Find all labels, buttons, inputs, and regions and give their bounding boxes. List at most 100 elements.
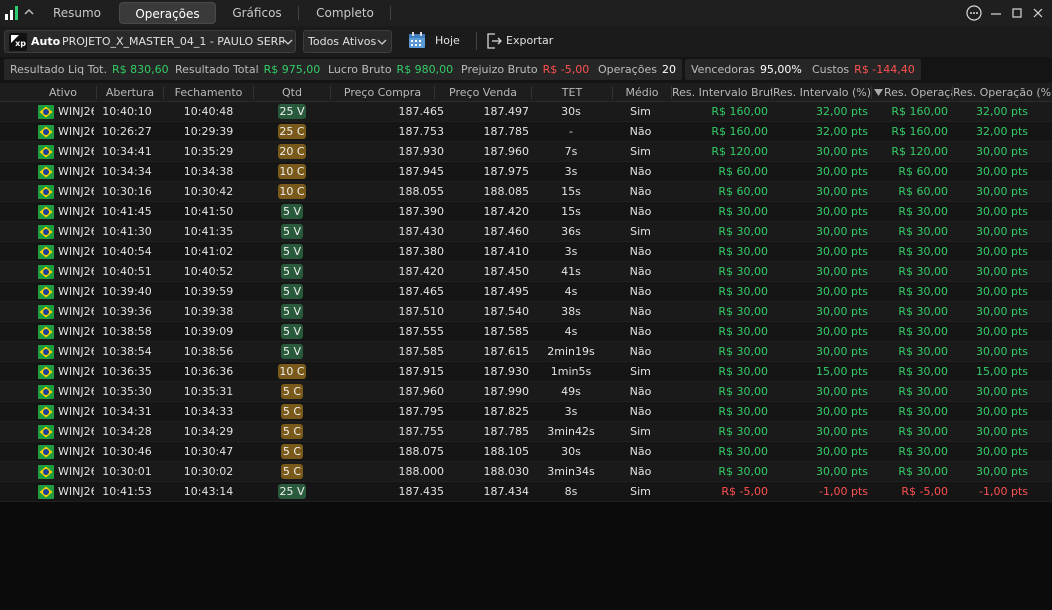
cell-res-operacao: R$ -5,00 bbox=[901, 485, 948, 498]
table-row[interactable]: WINJ26 10:41:53 10:43:14 187.435 187.434 8s Si… bbox=[0, 482, 1052, 502]
cell-preco-venda: 187.825 bbox=[483, 405, 530, 418]
cell-res-intervalo-pct: -1,00 pts bbox=[819, 485, 868, 498]
col-abertura[interactable]: Abertura bbox=[97, 83, 163, 102]
cell-tet: 8s bbox=[564, 485, 578, 498]
cell-res-intervalo-bruto: R$ 30,00 bbox=[718, 245, 768, 258]
cell-preco-compra: 187.930 bbox=[398, 145, 445, 158]
brazil-flag-icon bbox=[38, 185, 54, 199]
maximize-icon[interactable] bbox=[1007, 3, 1027, 23]
table-row[interactable]: WINJ26 10:34:28 10:34:29 187.755 187.785 3min… bbox=[0, 422, 1052, 442]
col-qtd[interactable]: Qtd bbox=[254, 83, 330, 102]
table-row[interactable]: WINJ26 10:30:46 10:30:47 188.075 188.105 30s N… bbox=[0, 442, 1052, 462]
cell-abertura: 10:38:54 bbox=[102, 345, 152, 358]
table-row[interactable]: WINJ26 10:40:54 10:41:02 187.380 187.410 3s Nã… bbox=[0, 242, 1052, 262]
col-medio[interactable]: Médio bbox=[613, 83, 671, 102]
col-res-intervalo-pct[interactable]: Res. Intervalo (%) bbox=[773, 83, 871, 102]
cell-res-intervalo-bruto: R$ 60,00 bbox=[718, 165, 768, 178]
table-row[interactable]: WINJ26 10:41:30 10:41:35 187.430 187.460 36s S… bbox=[0, 222, 1052, 242]
tab-completo[interactable]: Completo bbox=[308, 2, 382, 24]
cell-abertura: 10:34:31 bbox=[102, 405, 152, 418]
table-row[interactable]: WINJ26 10:39:36 10:39:38 187.510 187.540 38s N… bbox=[0, 302, 1052, 322]
cell-preco-compra: 187.960 bbox=[398, 385, 445, 398]
cell-res-operacao-pct: 30,00 pts bbox=[975, 445, 1028, 458]
cell-preco-compra: 187.753 bbox=[398, 125, 445, 138]
tab-graficos[interactable]: Gráficos bbox=[224, 2, 290, 24]
tab-resumo[interactable]: Resumo bbox=[44, 2, 110, 24]
cell-res-operacao: R$ 60,00 bbox=[898, 185, 948, 198]
assets-filter-value: Todos Ativos bbox=[308, 35, 377, 48]
cell-tet: 30s bbox=[561, 445, 581, 458]
cell-abertura: 10:30:01 bbox=[102, 465, 152, 478]
cell-tet: 3s bbox=[564, 245, 578, 258]
close-icon[interactable] bbox=[1028, 3, 1048, 23]
table-header: Ativo Abertura Fechamento Qtd Preço Comp… bbox=[0, 83, 1052, 102]
table-row[interactable]: WINJ26 10:40:10 10:40:48 187.465 187.497 30s S… bbox=[0, 102, 1052, 122]
calendar-icon[interactable] bbox=[408, 31, 426, 49]
cell-preco-compra: 187.390 bbox=[398, 205, 445, 218]
cell-res-operacao: R$ 160,00 bbox=[891, 105, 948, 118]
table-row[interactable]: WINJ26 10:30:01 10:30:02 188.000 188.030 3min… bbox=[0, 462, 1052, 482]
table-row[interactable]: WINJ26 10:38:54 10:38:56 187.585 187.615 2min… bbox=[0, 342, 1052, 362]
cell-res-operacao-pct: 30,00 pts bbox=[975, 225, 1028, 238]
cell-medio: Não bbox=[629, 165, 652, 178]
cell-res-operacao-pct: 30,00 pts bbox=[975, 325, 1028, 338]
mode-label: Auto bbox=[31, 35, 61, 48]
cell-preco-venda: 187.420 bbox=[483, 205, 530, 218]
chevron-up-icon[interactable] bbox=[22, 4, 36, 20]
col-ativo[interactable]: Ativo bbox=[30, 83, 96, 102]
stat-resultado-total: Resultado Total R$ 975,00 bbox=[169, 59, 327, 80]
cell-res-intervalo-pct: 30,00 pts bbox=[815, 265, 868, 278]
tab-operacoes[interactable]: Operações bbox=[119, 2, 216, 24]
table-row[interactable]: WINJ26 10:40:51 10:40:52 187.420 187.450 41s N… bbox=[0, 262, 1052, 282]
cell-fechamento: 10:41:35 bbox=[183, 225, 234, 238]
cell-preco-compra: 187.555 bbox=[398, 325, 445, 338]
col-res-operacao[interactable]: Res. Operação bbox=[884, 83, 952, 102]
assets-filter-select[interactable]: Todos Ativos bbox=[303, 30, 392, 53]
cell-preco-venda: 187.434 bbox=[483, 485, 530, 498]
qtd-badge: 25 C bbox=[278, 124, 306, 139]
table-row[interactable]: WINJ26 10:38:58 10:39:09 187.555 187.585 4s Nã… bbox=[0, 322, 1052, 342]
cell-res-operacao: R$ 30,00 bbox=[898, 285, 948, 298]
table-row[interactable]: WINJ26 10:35:30 10:35:31 187.960 187.990 49s N… bbox=[0, 382, 1052, 402]
tab-divider bbox=[298, 6, 299, 20]
cell-medio: Não bbox=[629, 325, 652, 338]
cell-preco-venda: 187.960 bbox=[483, 145, 530, 158]
today-button[interactable]: Hoje bbox=[435, 34, 460, 47]
cell-preco-compra: 187.465 bbox=[398, 285, 445, 298]
col-res-operacao-pct[interactable]: Res. Operação (%) bbox=[953, 83, 1052, 102]
cell-res-intervalo-bruto: R$ 30,00 bbox=[718, 405, 768, 418]
table-row[interactable]: WINJ26 10:36:35 10:36:36 187.915 187.930 1min… bbox=[0, 362, 1052, 382]
cell-tet: 3s bbox=[564, 405, 578, 418]
chart-bars-icon[interactable] bbox=[4, 5, 20, 21]
stat-operacoes: Operações 20 bbox=[592, 59, 682, 80]
col-fechamento[interactable]: Fechamento bbox=[164, 83, 253, 102]
table-row[interactable]: WINJ26 10:34:41 10:35:29 187.930 187.960 7s Si… bbox=[0, 142, 1052, 162]
table-row[interactable]: WINJ26 10:26:27 10:29:39 187.753 187.785 - Não… bbox=[0, 122, 1052, 142]
brazil-flag-icon bbox=[38, 205, 54, 219]
more-options-icon[interactable] bbox=[964, 3, 984, 23]
cell-fechamento: 10:39:09 bbox=[183, 325, 234, 338]
cell-ativo: WINJ26 bbox=[58, 185, 94, 198]
col-preco-venda[interactable]: Preço Venda bbox=[435, 83, 531, 102]
table-row[interactable]: WINJ26 10:30:16 10:30:42 188.055 188.085 15s N… bbox=[0, 182, 1052, 202]
export-icon[interactable] bbox=[485, 32, 503, 50]
col-res-intervalo-bruto[interactable]: Res. Intervalo Bruto bbox=[672, 83, 772, 102]
table-row[interactable]: WINJ26 10:34:31 10:34:33 187.795 187.825 3s Nã… bbox=[0, 402, 1052, 422]
export-button[interactable]: Exportar bbox=[506, 34, 553, 47]
empty-area bbox=[0, 502, 1052, 610]
account-select[interactable]: xp Auto PROJETO_X_MASTER_04_1 - PAULO SE… bbox=[4, 30, 296, 53]
cell-ativo: WINJ26 bbox=[58, 485, 94, 498]
cell-preco-venda: 187.495 bbox=[483, 285, 530, 298]
col-preco-compra[interactable]: Preço Compra bbox=[331, 83, 434, 102]
table-row[interactable]: WINJ26 10:41:45 10:41:50 187.390 187.420 15s N… bbox=[0, 202, 1052, 222]
col-tet[interactable]: TET bbox=[532, 83, 612, 102]
cell-tet: 15s bbox=[561, 205, 581, 218]
table-row[interactable]: WINJ26 10:39:40 10:39:59 187.465 187.495 4s Nã… bbox=[0, 282, 1052, 302]
cell-medio: Sim bbox=[630, 225, 651, 238]
cell-preco-venda: 188.105 bbox=[483, 445, 530, 458]
cell-res-operacao-pct: 30,00 pts bbox=[975, 245, 1028, 258]
minimize-icon[interactable] bbox=[986, 3, 1006, 23]
sort-desc-icon[interactable] bbox=[874, 89, 883, 96]
qtd-badge: 10 C bbox=[278, 164, 306, 179]
table-row[interactable]: WINJ26 10:34:34 10:34:38 187.945 187.975 3s Nã… bbox=[0, 162, 1052, 182]
